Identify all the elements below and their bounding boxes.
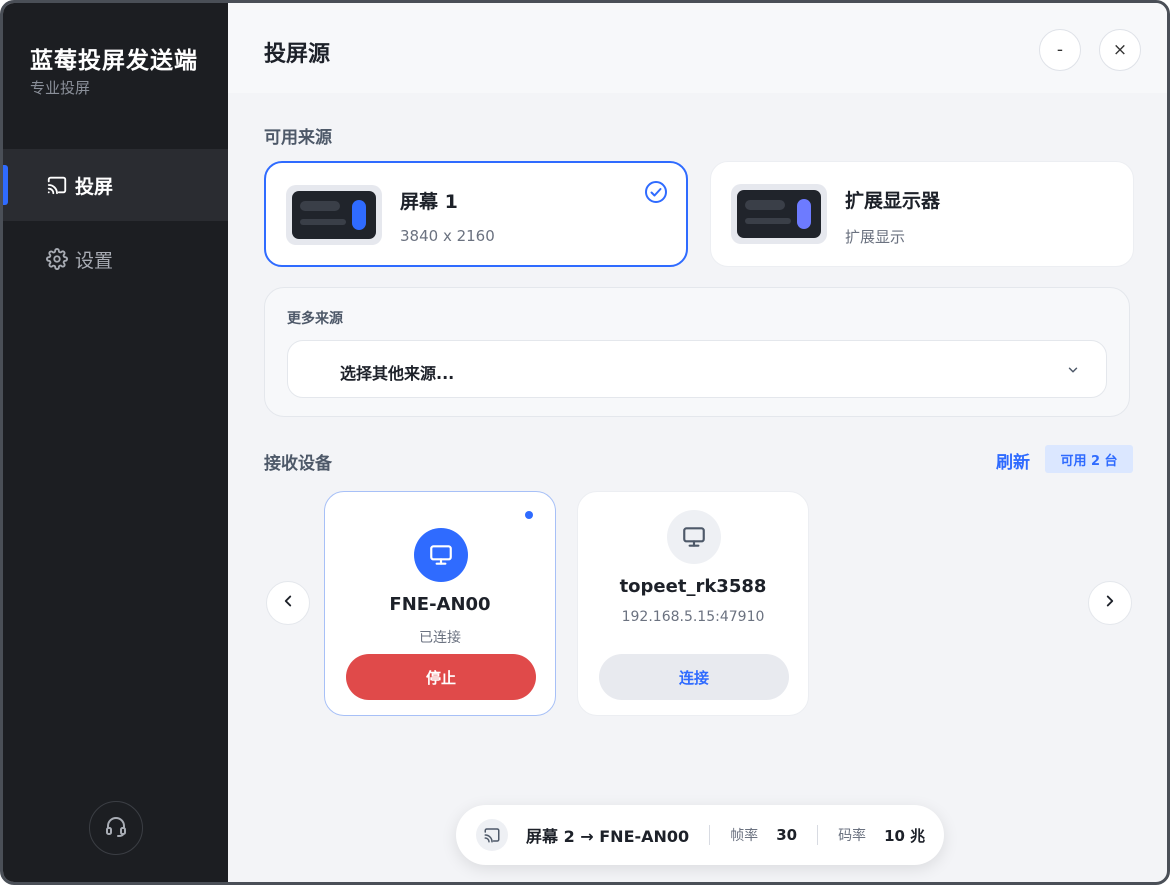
headset-icon: [104, 814, 128, 842]
carousel-prev-button[interactable]: [266, 581, 310, 625]
close-button[interactable]: ×: [1099, 29, 1141, 71]
app-window: 蓝莓投屏发送端 专业投屏 投屏 设置 投屏源 - × 可用来源 屏幕 1 384…: [0, 0, 1170, 885]
more-sources-panel: 更多来源 选择其他来源...: [264, 287, 1130, 417]
connect-button[interactable]: 连接: [599, 654, 789, 700]
sidebar: 蓝莓投屏发送端 专业投屏 投屏 设置: [3, 3, 228, 882]
source-select-dropdown[interactable]: 选择其他来源...: [287, 340, 1107, 398]
available-count-badge: 可用 2 台: [1045, 445, 1133, 473]
divider: [709, 825, 711, 845]
device-card-fne-an00[interactable]: FNE-AN00 已连接 停止: [324, 491, 556, 716]
chevron-left-icon: [279, 592, 297, 614]
device-status: 已连接: [419, 630, 461, 646]
select-value: 选择其他来源...: [340, 364, 455, 383]
source-detail: 扩展显示: [845, 228, 906, 246]
bitrate-label: 码率: [838, 828, 867, 844]
cast-icon: [476, 819, 508, 851]
app-title: 蓝莓投屏发送端: [30, 48, 198, 74]
monitor-icon: [414, 528, 468, 582]
sources-section-label: 可用来源: [264, 128, 332, 148]
fps-label: 帧率: [730, 828, 759, 844]
sidebar-item-cast[interactable]: 投屏: [3, 149, 228, 221]
main-panel: 投屏源 - × 可用来源 屏幕 1 3840 x 2160 扩展显示器 扩展显示…: [228, 3, 1167, 882]
check-circle-icon: [644, 180, 668, 204]
cast-status-bar: 屏幕 2 → FNE-AN00 帧率 30 码率 10 兆: [456, 805, 944, 865]
source-resolution: 3840 x 2160: [400, 227, 495, 245]
gear-icon: [45, 247, 69, 271]
device-name: topeet_rk3588: [619, 576, 767, 597]
app-subtitle: 专业投屏: [30, 79, 91, 97]
minimize-button[interactable]: -: [1039, 29, 1081, 71]
header: 投屏源 - ×: [228, 3, 1167, 93]
sidebar-item-settings[interactable]: 设置: [3, 223, 228, 295]
source-name: 屏幕 1: [400, 191, 458, 213]
support-button[interactable]: [89, 801, 143, 855]
sidebar-item-label: 投屏: [75, 175, 114, 198]
source-card-screen-1[interactable]: 屏幕 1 3840 x 2160: [264, 161, 688, 267]
devices-section-label: 接收设备: [264, 454, 332, 474]
more-sources-label: 更多来源: [287, 311, 343, 327]
sidebar-item-label: 设置: [75, 249, 114, 272]
fps-value: 30: [776, 826, 798, 844]
source-card-extended-display[interactable]: 扩展显示器 扩展显示: [710, 161, 1134, 267]
chevron-down-icon: [1066, 362, 1080, 376]
screen-thumbnail: [286, 185, 382, 245]
device-address: 192.168.5.15:47910: [621, 609, 765, 625]
carousel-next-button[interactable]: [1088, 581, 1132, 625]
cast-icon: [45, 173, 69, 197]
connected-dot: [525, 511, 533, 519]
divider: [817, 825, 819, 845]
bitrate-value: 10 兆: [884, 826, 926, 845]
chevron-right-icon: [1101, 592, 1119, 614]
device-name: FNE-AN00: [389, 594, 491, 615]
display-thumbnail: [731, 184, 827, 244]
cast-route: 屏幕 2 → FNE-AN00: [526, 827, 690, 846]
stop-button[interactable]: 停止: [346, 654, 536, 700]
page-title: 投屏源: [264, 42, 331, 67]
source-name: 扩展显示器: [845, 190, 941, 212]
refresh-button[interactable]: 刷新: [996, 448, 1030, 473]
monitor-icon: [667, 510, 721, 564]
device-card-topeet-rk3588[interactable]: topeet_rk3588 192.168.5.15:47910 连接: [577, 491, 809, 716]
